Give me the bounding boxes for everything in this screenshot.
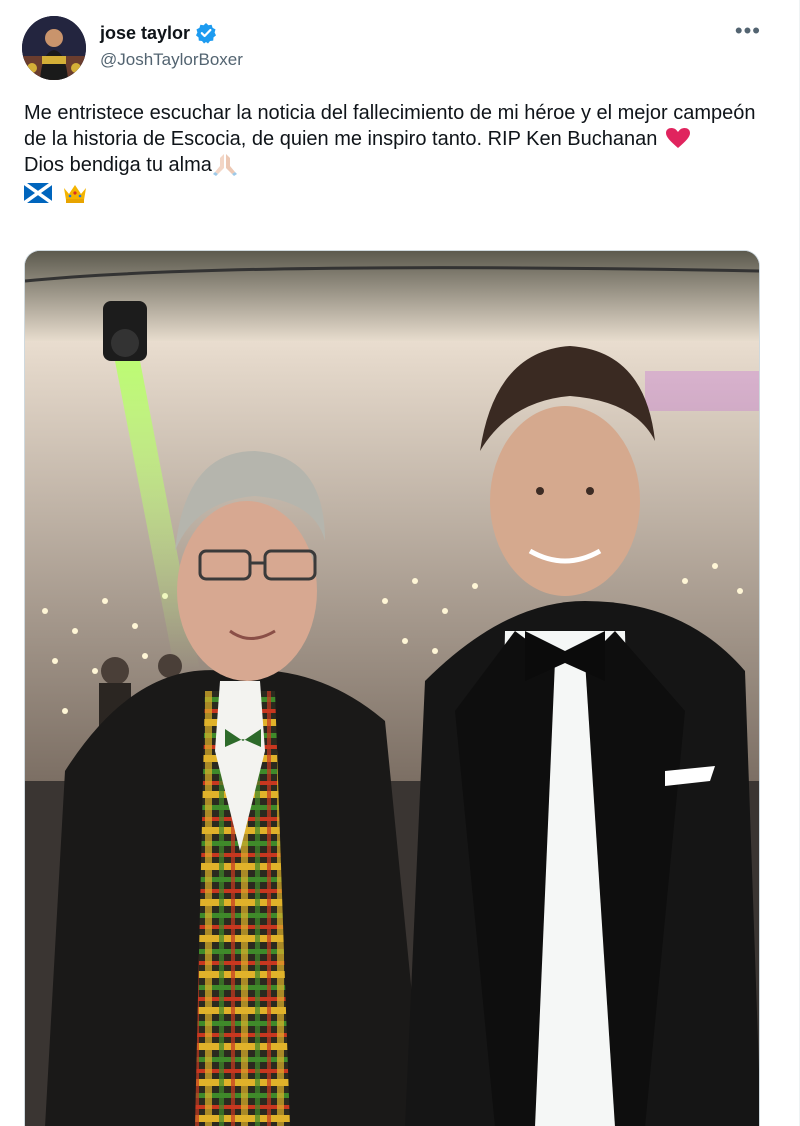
red-heart-icon [665, 127, 691, 149]
verified-badge-icon [195, 22, 217, 44]
photo-two-men-formal-event-icon [25, 251, 759, 1126]
folded-hands-icon [212, 152, 238, 176]
more-options-button[interactable]: ••• [735, 20, 761, 42]
author-handle[interactable]: @JoshTaylorBoxer [100, 50, 243, 70]
tweet-text-line1: Me entristece escuchar la noticia del fa… [24, 102, 756, 150]
avatar[interactable] [22, 16, 86, 80]
tweet-card[interactable]: jose taylor @JoshTaylorBoxer ••• Me entr… [0, 0, 800, 1126]
tweet-text-line2: Dios bendiga tu alma [24, 154, 212, 176]
author-display-name[interactable]: jose taylor [100, 23, 190, 44]
scotland-flag-icon [22, 181, 54, 205]
avatar-photo-icon [22, 16, 86, 80]
tweet-media-photo[interactable] [24, 250, 760, 1126]
tweet-text: Me entristece escuchar la noticia del fa… [22, 100, 769, 206]
crown-icon [62, 182, 88, 204]
